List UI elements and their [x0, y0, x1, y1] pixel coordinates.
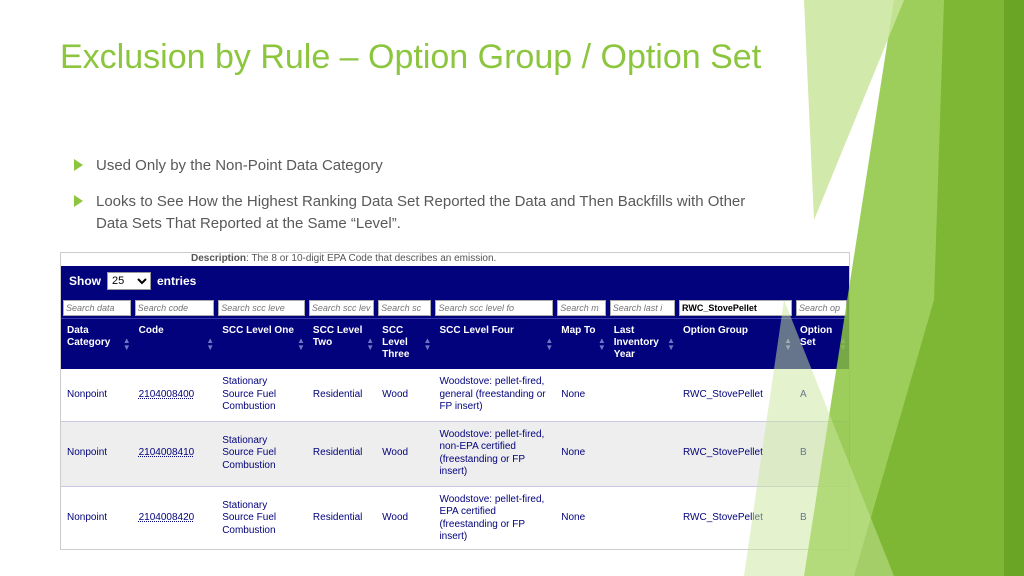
- sort-icon: ▲▼: [366, 337, 374, 351]
- pager-entries-label: entries: [157, 274, 196, 288]
- data-table-screenshot: Description: The 8 or 10-digit EPA Code …: [60, 252, 850, 550]
- table-row: Nonpoint 2104008420 Stationary Source Fu…: [61, 486, 849, 550]
- bullet-item: Looks to See How the Highest Ranking Dat…: [74, 191, 764, 235]
- col-option-set[interactable]: Option Set▲▼: [794, 319, 849, 370]
- filter-scc1[interactable]: [218, 300, 305, 316]
- cell-scc3: Wood: [376, 421, 433, 486]
- sort-icon: ▲▼: [206, 337, 214, 351]
- header-row: Data Category▲▼ Code▲▼ SCC Level One▲▼ S…: [61, 319, 849, 370]
- cell-mapto: None: [555, 421, 608, 486]
- filter-mapto[interactable]: [557, 300, 606, 316]
- sort-icon: ▲▼: [123, 337, 131, 351]
- filter-option-set[interactable]: [796, 300, 847, 316]
- cell-mapto: None: [555, 486, 608, 550]
- cell-scc2: Residential: [307, 369, 376, 421]
- sort-icon: ▲▼: [598, 337, 606, 351]
- cell-year: [608, 369, 677, 421]
- sort-icon: ▲▼: [667, 337, 675, 351]
- col-code[interactable]: Code▲▼: [133, 319, 217, 370]
- filter-last-year[interactable]: [610, 300, 675, 316]
- cell-code-link[interactable]: 2104008400: [139, 389, 195, 400]
- col-option-group[interactable]: Option Group▲▼: [677, 319, 794, 370]
- col-data-category[interactable]: Data Category▲▼: [61, 319, 133, 370]
- data-table: Data Category▲▼ Code▲▼ SCC Level One▲▼ S…: [61, 296, 849, 550]
- cell-option-group: RWC_StovePellet: [677, 421, 794, 486]
- cell-option-group: RWC_StovePellet: [677, 369, 794, 421]
- cell-scc2: Residential: [307, 421, 376, 486]
- filter-scc2[interactable]: [309, 300, 374, 316]
- cell-option-set: A: [794, 369, 849, 421]
- col-scc4[interactable]: SCC Level Four▲▼: [433, 319, 555, 370]
- sort-icon: ▲▼: [545, 337, 553, 351]
- description-row: Description: The 8 or 10-digit EPA Code …: [61, 253, 849, 266]
- cell-scc1: Stationary Source Fuel Combustion: [216, 421, 307, 486]
- col-scc2[interactable]: SCC Level Two▲▼: [307, 319, 376, 370]
- cell-year: [608, 421, 677, 486]
- filter-option-group[interactable]: [679, 300, 792, 316]
- sort-icon: ▲▼: [297, 337, 305, 351]
- filter-scc3[interactable]: [378, 300, 431, 316]
- description-text: : The 8 or 10-digit EPA Code that descri…: [246, 253, 496, 264]
- slide: Exclusion by Rule – Option Group / Optio…: [0, 0, 1024, 576]
- cell-scc3: Wood: [376, 486, 433, 550]
- sort-icon: ▲▼: [839, 337, 847, 351]
- cell-scc4: Woodstove: pellet-fired, non-EPA certifi…: [433, 421, 555, 486]
- pager-row: Show 25 entries: [61, 266, 849, 296]
- cell-option-set: B: [794, 486, 849, 550]
- cell-category: Nonpoint: [61, 421, 133, 486]
- cell-code-link[interactable]: 2104008420: [139, 512, 195, 523]
- table-row: Nonpoint 2104008400 Stationary Source Fu…: [61, 369, 849, 421]
- cell-scc2: Residential: [307, 486, 376, 550]
- col-scc3[interactable]: SCC Level Three▲▼: [376, 319, 433, 370]
- filter-scc4[interactable]: [435, 300, 553, 316]
- cell-category: Nonpoint: [61, 486, 133, 550]
- cell-category: Nonpoint: [61, 369, 133, 421]
- cell-scc1: Stationary Source Fuel Combustion: [216, 486, 307, 550]
- bullet-item: Used Only by the Non-Point Data Category: [74, 155, 764, 177]
- pager-show-label: Show: [69, 274, 101, 288]
- cell-option-group: RWC_StovePellet: [677, 486, 794, 550]
- col-scc1[interactable]: SCC Level One▲▼: [216, 319, 307, 370]
- cell-scc4: Woodstove: pellet-fired, EPA certified (…: [433, 486, 555, 550]
- bullet-list: Used Only by the Non-Point Data Category…: [74, 155, 764, 248]
- cell-year: [608, 486, 677, 550]
- col-last-year[interactable]: Last Inventory Year▲▼: [608, 319, 677, 370]
- sort-icon: ▲▼: [424, 337, 432, 351]
- table-row: Nonpoint 2104008410 Stationary Source Fu…: [61, 421, 849, 486]
- cell-scc3: Wood: [376, 369, 433, 421]
- description-label: Description: [191, 253, 246, 264]
- slide-title: Exclusion by Rule – Option Group / Optio…: [60, 36, 800, 79]
- filter-code[interactable]: [135, 300, 215, 316]
- cell-scc1: Stationary Source Fuel Combustion: [216, 369, 307, 421]
- pager-select[interactable]: 25: [107, 272, 151, 290]
- cell-code-link[interactable]: 2104008410: [139, 447, 195, 458]
- cell-mapto: None: [555, 369, 608, 421]
- filter-data-category[interactable]: [63, 300, 131, 316]
- sort-icon: ▲▼: [784, 337, 792, 351]
- cell-option-set: B: [794, 421, 849, 486]
- cell-scc4: Woodstove: pellet-fired, general (freest…: [433, 369, 555, 421]
- col-mapto[interactable]: Map To▲▼: [555, 319, 608, 370]
- filter-row: [61, 296, 849, 319]
